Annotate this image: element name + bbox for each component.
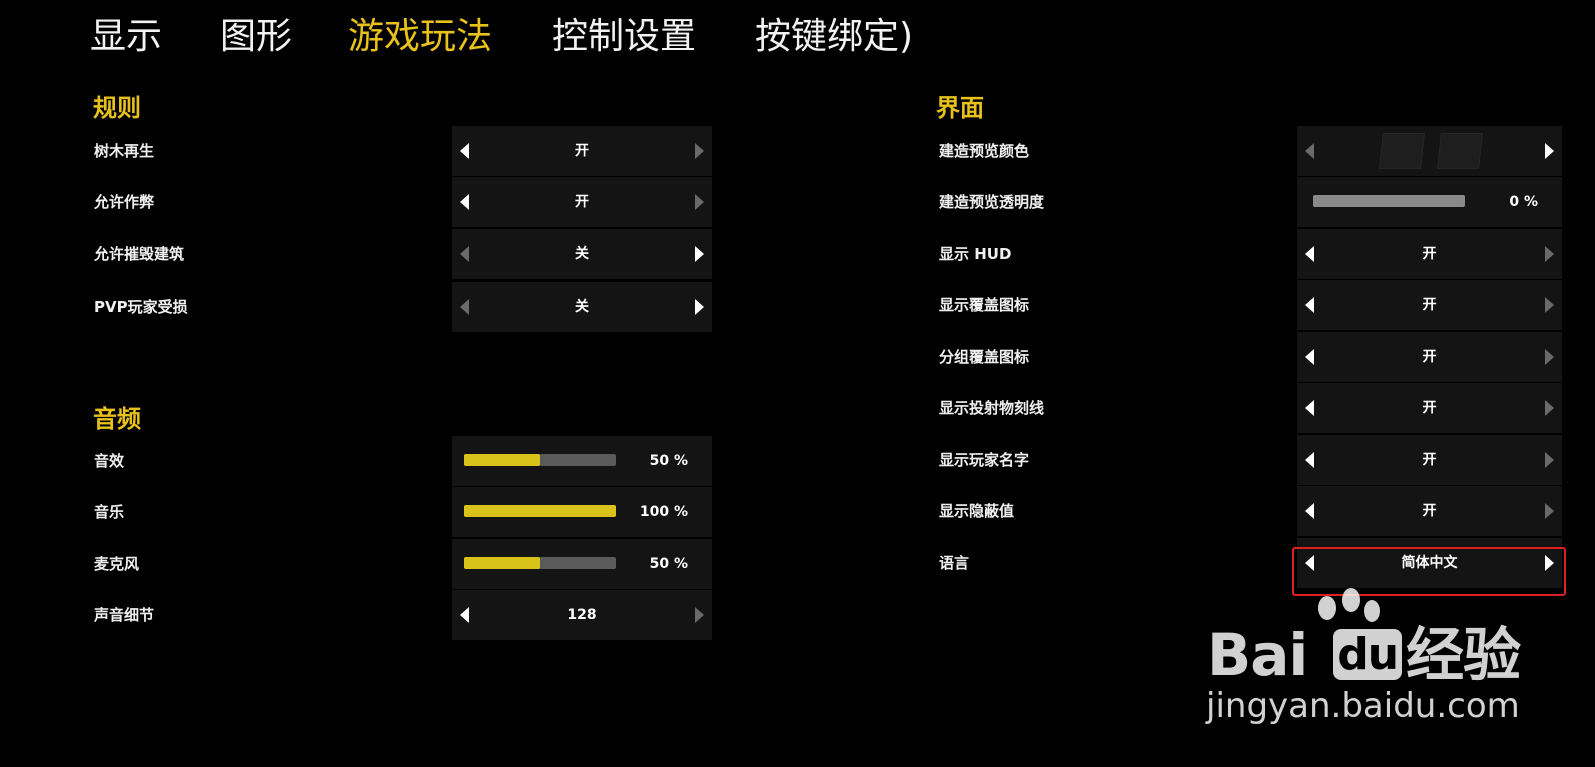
arrow-right-icon[interactable]	[1545, 503, 1554, 519]
sound-effects-slider[interactable]: 50 %	[452, 436, 712, 486]
arrow-right-icon[interactable]	[1545, 452, 1554, 468]
allow-destroy-buildings-value: 关	[575, 246, 589, 262]
tab-display[interactable]: 显示	[90, 12, 162, 62]
show-stealth-value-selector: 开	[1297, 486, 1562, 536]
pvp-damage-selector: 关	[452, 282, 712, 332]
sound-detail-value: 128	[567, 607, 597, 623]
tree-regrowth-label: 树木再生	[94, 142, 155, 160]
tab-gameplay[interactable]: 游戏玩法	[348, 12, 492, 62]
group-overlay-icons-label: 分组覆盖图标	[939, 348, 1030, 366]
sound-detail-label: 声音细节	[94, 606, 155, 624]
arrow-right-icon[interactable]	[695, 246, 704, 262]
show-hud-label: 显示 HUD	[939, 245, 1012, 263]
arrow-right-icon[interactable]	[1545, 297, 1554, 313]
language-label: 语言	[939, 554, 970, 572]
build-preview-color-label: 建造预览颜色	[939, 142, 1030, 160]
show-overlay-icons-value: 开	[1422, 297, 1437, 313]
show-hud-value: 开	[1422, 246, 1437, 262]
arrow-right-icon[interactable]	[695, 194, 704, 210]
tree-regrowth-selector: 开	[452, 126, 712, 176]
allow-cheats-value: 开	[575, 194, 589, 210]
rules-section-title: 规则	[93, 94, 141, 122]
group-overlay-icons-value: 开	[1422, 349, 1437, 365]
sound-effects-label: 音效	[94, 452, 125, 470]
tab-controls[interactable]: 控制设置	[552, 12, 696, 62]
interface-section-title: 界面	[936, 94, 984, 122]
audio-section-title: 音频	[93, 405, 141, 433]
arrow-right-icon[interactable]	[1545, 400, 1554, 416]
tab-graphics[interactable]: 图形	[220, 12, 292, 62]
sound-detail-selector: 128	[452, 590, 712, 640]
slider-fill	[464, 557, 540, 569]
color-swatch	[1437, 133, 1483, 169]
allow-destroy-buildings-selector: 关	[452, 229, 712, 279]
show-hud-selector: 开	[1297, 229, 1562, 279]
language-highlight-box	[1292, 547, 1566, 596]
group-overlay-icons-selector: 开	[1297, 332, 1562, 382]
slider-track[interactable]	[464, 454, 616, 466]
slider-fill	[464, 505, 616, 517]
pvp-damage-value: 关	[575, 299, 589, 315]
allow-cheats-label: 允许作弊	[94, 193, 155, 211]
pvp-damage-label: PVP玩家受损	[94, 298, 188, 316]
slider-track[interactable]	[464, 557, 616, 569]
arrow-right-icon[interactable]	[1545, 246, 1554, 262]
music-label: 音乐	[94, 503, 125, 521]
show-projectile-reticle-value: 开	[1422, 400, 1437, 416]
build-preview-opacity-value: 0 %	[1509, 194, 1538, 210]
show-stealth-value-label: 显示隐蔽值	[939, 502, 1015, 520]
arrow-right-icon[interactable]	[695, 299, 704, 315]
microphone-value: 50 %	[649, 556, 688, 572]
build-preview-opacity-label: 建造预览透明度	[939, 193, 1045, 211]
arrow-right-icon[interactable]	[695, 607, 704, 623]
show-overlay-icons-selector: 开	[1297, 280, 1562, 330]
show-player-names-label: 显示玩家名字	[939, 451, 1030, 469]
slider-track[interactable]	[1313, 195, 1465, 207]
slider-track[interactable]	[464, 505, 616, 517]
arrow-right-icon[interactable]	[1545, 349, 1554, 365]
build-preview-color-selector	[1297, 126, 1562, 176]
slider-fill	[464, 454, 540, 466]
microphone-slider[interactable]: 50 %	[452, 539, 712, 589]
baidu-watermark-url: jingyan.baidu.com	[1206, 686, 1520, 726]
tree-regrowth-value: 开	[575, 143, 589, 159]
build-preview-opacity-slider[interactable]: 0 %	[1297, 177, 1562, 227]
show-overlay-icons-label: 显示覆盖图标	[939, 296, 1030, 314]
music-slider[interactable]: 100 %	[452, 487, 712, 537]
sound-effects-value: 50 %	[649, 453, 688, 469]
arrow-right-icon[interactable]	[695, 143, 704, 159]
show-projectile-reticle-selector: 开	[1297, 383, 1562, 433]
baidu-logo: Bai du 经验	[1207, 621, 1521, 689]
show-projectile-reticle-label: 显示投射物刻线	[939, 399, 1045, 417]
music-value: 100 %	[639, 504, 688, 520]
color-swatch	[1379, 133, 1425, 169]
allow-destroy-buildings-label: 允许摧毁建筑	[94, 245, 185, 263]
arrow-left-icon[interactable]	[1305, 143, 1314, 159]
allow-cheats-selector: 开	[452, 177, 712, 227]
show-stealth-value-value: 开	[1422, 503, 1437, 519]
arrow-right-icon[interactable]	[1545, 143, 1554, 159]
microphone-label: 麦克风	[94, 555, 140, 573]
tab-keybindings[interactable]: 按键绑定)	[755, 12, 913, 62]
show-player-names-value: 开	[1422, 452, 1437, 468]
show-player-names-selector: 开	[1297, 435, 1562, 485]
